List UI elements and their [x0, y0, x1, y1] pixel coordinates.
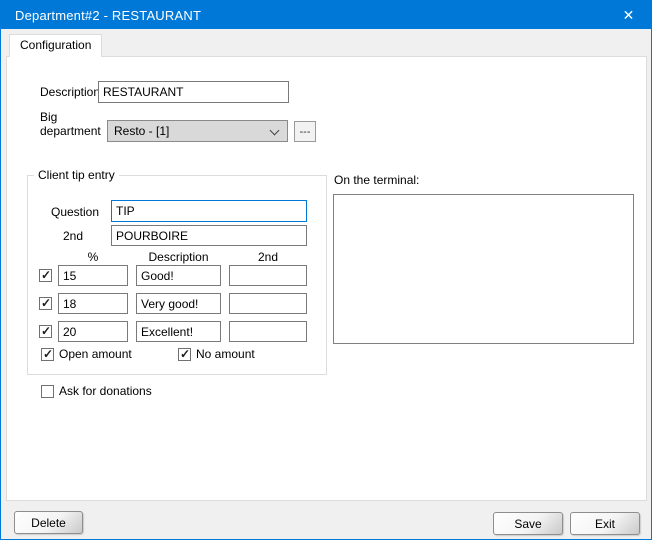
- open-amount-checkbox[interactable]: Open amount: [41, 347, 132, 361]
- question-label: Question: [51, 205, 99, 219]
- tip-row-3-checkbox[interactable]: [39, 325, 52, 338]
- tab-configuration[interactable]: Configuration: [9, 34, 102, 57]
- big-department-selected-value: Resto - [1]: [114, 124, 169, 138]
- ask-donations-label: Ask for donations: [59, 384, 152, 398]
- ask-donations-checkmark: [41, 385, 54, 398]
- tip-row-1-second-input[interactable]: [229, 265, 307, 286]
- ask-donations-checkbox[interactable]: Ask for donations: [41, 384, 152, 398]
- on-terminal-label: On the terminal:: [334, 173, 419, 187]
- big-department-select[interactable]: Resto - [1]: [107, 120, 288, 142]
- tip-row-3-second-input[interactable]: [229, 321, 307, 342]
- window-title: Department#2 - RESTAURANT: [1, 8, 201, 23]
- tip-row-1-checkbox[interactable]: [39, 269, 52, 282]
- no-amount-checkmark: [178, 348, 191, 361]
- no-amount-checkbox[interactable]: No amount: [178, 347, 255, 361]
- description-label: Description: [40, 85, 100, 99]
- big-department-browse-button[interactable]: ---: [294, 121, 316, 142]
- client-tip-entry-group: Client tip entry Question 2nd % Descript…: [27, 175, 327, 375]
- open-amount-checkmark: [41, 348, 54, 361]
- exit-button[interactable]: Exit: [570, 512, 640, 535]
- tip-row-2-percent-input[interactable]: [58, 293, 128, 314]
- delete-button[interactable]: Delete: [14, 511, 83, 534]
- question-input[interactable]: [111, 200, 307, 222]
- second-question-input[interactable]: [111, 225, 307, 246]
- tip-row-1-percent-input[interactable]: [58, 265, 128, 286]
- tip-row-2-second-input[interactable]: [229, 293, 307, 314]
- percent-column-header: %: [58, 250, 128, 264]
- open-amount-label: Open amount: [59, 347, 132, 361]
- description-input[interactable]: [98, 81, 289, 103]
- second-question-label: 2nd: [63, 229, 83, 243]
- big-department-label: Big department: [40, 110, 102, 138]
- second-column-header: 2nd: [229, 250, 307, 264]
- chevron-down-icon: [270, 126, 280, 136]
- client-tip-entry-title: Client tip entry: [34, 168, 119, 182]
- tip-row-2-checkbox[interactable]: [39, 297, 52, 310]
- title-bar: Department#2 - RESTAURANT ✕: [1, 1, 651, 29]
- save-button[interactable]: Save: [493, 512, 563, 535]
- tip-row-3-description-input[interactable]: [136, 321, 221, 342]
- close-icon[interactable]: ✕: [606, 1, 651, 29]
- tip-row-2-description-input[interactable]: [136, 293, 221, 314]
- description-column-header: Description: [136, 250, 221, 264]
- tip-row-1-description-input[interactable]: [136, 265, 221, 286]
- configuration-page: Description Big department Resto - [1] -…: [6, 56, 647, 501]
- department-dialog: Department#2 - RESTAURANT ✕ Configuratio…: [0, 0, 652, 540]
- no-amount-label: No amount: [196, 347, 255, 361]
- on-terminal-textarea[interactable]: [333, 194, 634, 344]
- tip-row-3-percent-input[interactable]: [58, 321, 128, 342]
